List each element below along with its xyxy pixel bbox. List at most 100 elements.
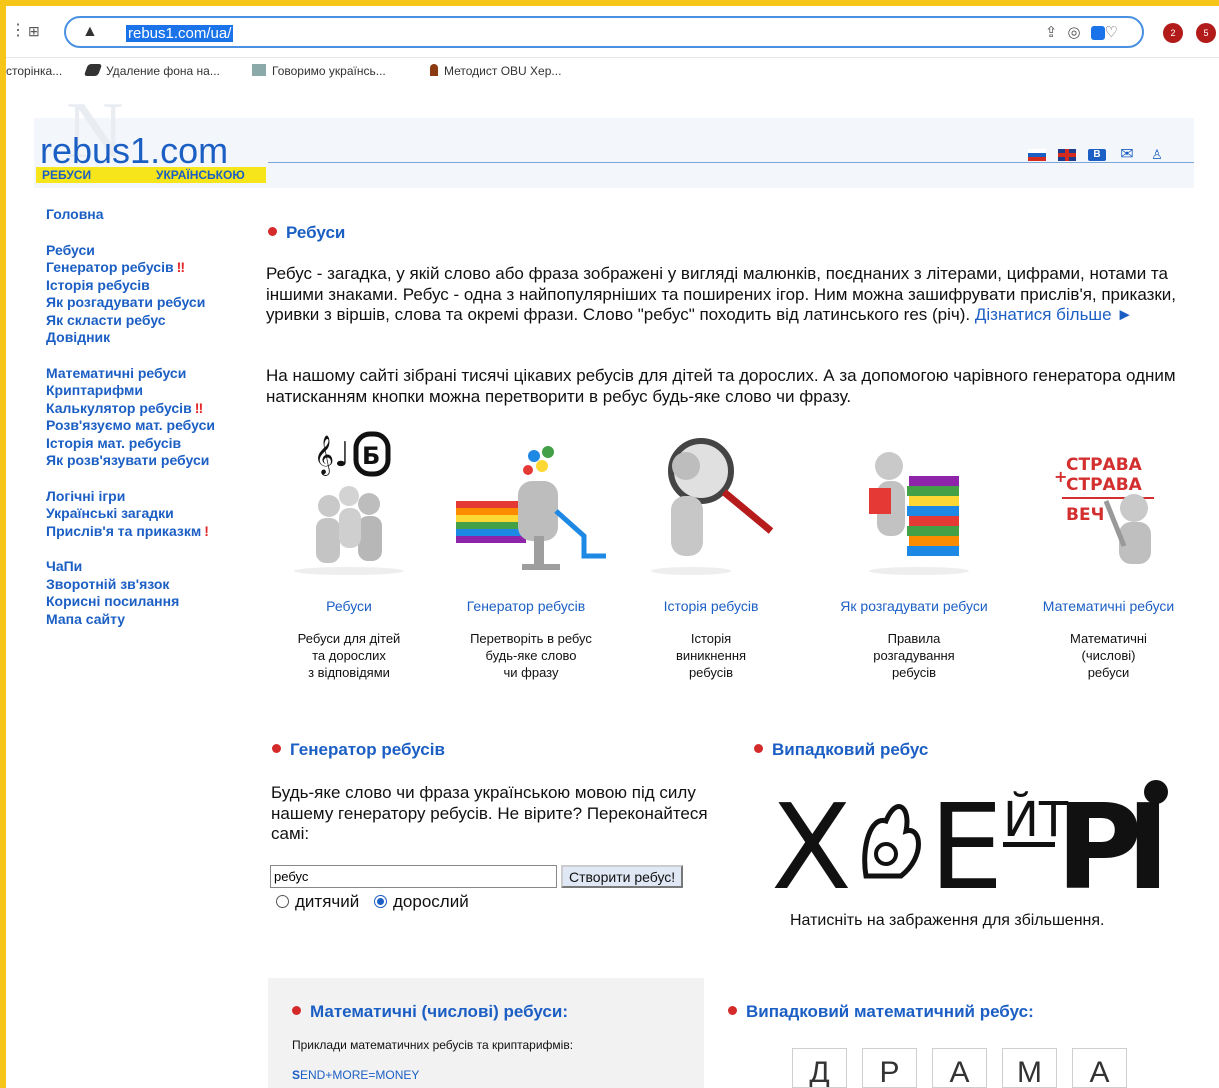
card-desc-line: ребуси bbox=[1087, 665, 1130, 680]
bookmark-item[interactable]: Удаление фона на... bbox=[83, 64, 220, 78]
radio-kids[interactable]: дитячий bbox=[276, 892, 359, 911]
card-description: Історія виникнення ребусів bbox=[631, 630, 791, 681]
header-divider bbox=[268, 162, 1194, 163]
sidebar-item-cryptarithms[interactable]: Криптарифми bbox=[46, 382, 246, 400]
radio-button[interactable] bbox=[374, 895, 387, 908]
card-link-how-solve[interactable]: Як розгадувати ребуси bbox=[824, 598, 1004, 614]
bookmark-item[interactable]: Говоримо українсь... bbox=[252, 64, 386, 78]
site-thumbnail-icon bbox=[252, 64, 266, 76]
extension-icon-1[interactable]: 2 bbox=[1163, 23, 1183, 43]
card-link-rebuses[interactable]: Ребуси bbox=[269, 598, 429, 614]
generator-description: Будь-яке слово чи фраза українською мово… bbox=[271, 783, 708, 843]
bookmark-label: Удаление фона на... bbox=[106, 64, 220, 78]
sidebar-item-rebuses[interactable]: Ребуси bbox=[46, 242, 246, 260]
sidebar-item-history[interactable]: Історія ребусів bbox=[46, 277, 246, 295]
apps-grid-icon[interactable]: ⊞ bbox=[28, 23, 40, 40]
sidebar-group: Логічні ігри Українські загадки Прислів'… bbox=[46, 488, 246, 541]
math-rebus-tile[interactable]: М bbox=[1002, 1048, 1057, 1088]
sidebar-item-math-rebuses[interactable]: Математичні ребуси bbox=[46, 365, 246, 383]
vk-icon[interactable]: B bbox=[1088, 148, 1106, 161]
read-more-link[interactable]: Дізнатися більше ► bbox=[975, 305, 1133, 324]
intro-paragraph-2: На нашому сайті зібрані тисячі цікавих р… bbox=[266, 366, 1176, 406]
section-title-text: Генератор ребусів bbox=[290, 740, 445, 759]
generator-card-image[interactable] bbox=[456, 426, 606, 576]
strava-text: ВЕЧ bbox=[1066, 505, 1104, 525]
new-badge: ‼ bbox=[176, 259, 186, 275]
sidebar-item-generator[interactable]: Генератор ребусів ‼ bbox=[46, 259, 246, 277]
sidebar-item-how-compose[interactable]: Як скласти ребус bbox=[46, 312, 246, 330]
math-subtitle: Приклади математичних ребусів та криптар… bbox=[292, 1038, 574, 1052]
create-rebus-button[interactable]: Створити ребус! bbox=[561, 865, 684, 888]
heart-icon[interactable]: ♡ bbox=[1105, 24, 1128, 41]
section-title-math: Математичні (числові) ребуси: bbox=[292, 1002, 568, 1022]
url-text[interactable]: rebus1.com/ua/ bbox=[126, 25, 234, 42]
bookmark-label: Говоримо українсь... bbox=[272, 64, 386, 78]
bookmark-label: сторінка... bbox=[6, 64, 63, 78]
extension-badge: 2 bbox=[1170, 28, 1176, 38]
card-desc-line: Ребуси для дітей bbox=[297, 631, 401, 646]
math-rebus-tile[interactable]: Р bbox=[862, 1048, 917, 1088]
math-example-link[interactable]: SEND+MORE=MONEY bbox=[292, 1068, 419, 1082]
sidebar-item-sitemap[interactable]: Мапа сайту bbox=[46, 611, 246, 629]
bookmarks-bar: сторінка... Удаление фона на... Говоримо… bbox=[6, 62, 1219, 86]
sidebar-item-links[interactable]: Корисні посилання bbox=[46, 593, 246, 611]
sidebar-item-reference[interactable]: Довідник bbox=[46, 329, 246, 347]
share-icon[interactable]: ⇪ bbox=[1045, 24, 1068, 41]
rebus-card-image[interactable]: 𝄞♩ Б bbox=[284, 426, 414, 576]
sidebar-item-how-solve[interactable]: Як розгадувати ребуси bbox=[46, 294, 246, 312]
math-rebus-tile[interactable]: Д bbox=[792, 1048, 847, 1088]
how-solve-card-image[interactable] bbox=[849, 426, 979, 576]
logo-tagline-right: УКРАЇНСЬКОЮ bbox=[156, 168, 245, 182]
card-desc-line: будь-яке слово bbox=[485, 648, 577, 663]
math-rebus-tile[interactable]: А bbox=[1072, 1048, 1127, 1088]
letter-glyph: Б bbox=[362, 442, 380, 470]
russian-flag-icon[interactable] bbox=[1028, 148, 1046, 161]
browser-chrome: ⋮ ⊞ ▲ rebus1.com/ua/ ⇪◎ ♡ 2 5 сторінка...… bbox=[6, 6, 1219, 86]
address-bar[interactable]: ▲ rebus1.com/ua/ ⇪◎ ♡ bbox=[64, 16, 1144, 48]
radio-button[interactable] bbox=[276, 895, 289, 908]
card-link-math[interactable]: Математичні ребуси bbox=[1026, 598, 1191, 614]
uk-flag-icon[interactable] bbox=[1058, 148, 1076, 161]
bookmark-item[interactable]: сторінка... bbox=[6, 64, 62, 78]
new-badge: ! bbox=[204, 522, 209, 539]
card-description: Перетворіть в ребус будь-яке слово чи фр… bbox=[451, 630, 611, 681]
bookmark-item[interactable]: Методист OBU Хер... bbox=[430, 64, 561, 78]
sidebar-item-home[interactable]: Головна bbox=[46, 206, 246, 224]
menu-dots-icon[interactable]: ⋮ bbox=[10, 20, 26, 40]
sidebar-item-proverbs[interactable]: Прислів'я та приказкм! bbox=[46, 523, 246, 541]
sidebar-item-calculator[interactable]: Калькулятор ребусів ‼ bbox=[46, 400, 246, 418]
rebus-text-input[interactable] bbox=[270, 865, 557, 888]
sidebar-item-logic-games[interactable]: Логічні ігри bbox=[46, 488, 246, 506]
mail-icon[interactable]: ✉ bbox=[1118, 146, 1136, 162]
sidebar-item-solve-math[interactable]: Розв'язуємо мат. ребуси bbox=[46, 417, 246, 435]
sitemap-icon[interactable]: ♙ bbox=[1148, 148, 1166, 161]
example-rest: END+MORE=MONEY bbox=[300, 1068, 420, 1082]
card-link-generator[interactable]: Генератор ребусів bbox=[441, 598, 611, 614]
vpn-shield-icon[interactable] bbox=[1090, 26, 1105, 41]
random-rebus-image[interactable]: Х Е ЙТ Р І bbox=[771, 776, 1181, 916]
card-description: Математичні (числові) ребуси bbox=[1026, 630, 1191, 681]
sidebar-group: ЧаПи Зворотній зв'язок Корисні посилання… bbox=[46, 558, 246, 628]
example-first-letter: S bbox=[292, 1068, 301, 1082]
url-bar-icons: ⇪◎ ♡ bbox=[1045, 23, 1128, 41]
sidebar-item-riddles[interactable]: Українські загадки bbox=[46, 505, 246, 523]
site-logo[interactable]: rebus1.com bbox=[40, 130, 228, 172]
feature-card: СТРАВА + СТРАВА ВЕЧ Математичні ребуси М… bbox=[1026, 426, 1191, 681]
camera-icon[interactable]: ◎ bbox=[1067, 24, 1090, 41]
math-rebus-tile[interactable]: А bbox=[932, 1048, 987, 1088]
card-desc-line: (числові) bbox=[1081, 648, 1136, 663]
history-card-image[interactable] bbox=[646, 426, 776, 576]
feature-card: Історія ребусів Історія виникнення ребус… bbox=[631, 426, 791, 681]
card-link-history[interactable]: Історія ребусів bbox=[631, 598, 791, 614]
sidebar-item-math-history[interactable]: Історія мат. ребусів bbox=[46, 435, 246, 453]
sidebar-item-feedback[interactable]: Зворотній зв'язок bbox=[46, 576, 246, 594]
math-card-image[interactable]: СТРАВА + СТРАВА ВЕЧ bbox=[1044, 426, 1174, 576]
warning-icon[interactable]: ▲ bbox=[82, 23, 98, 41]
feature-card: Генератор ребусів Перетворіть в ребус бу… bbox=[451, 426, 611, 681]
extension-icon-2[interactable]: 5 bbox=[1196, 23, 1216, 43]
radio-adult[interactable]: дорослий bbox=[374, 892, 469, 911]
sidebar-item-faq[interactable]: ЧаПи bbox=[46, 558, 246, 576]
sidebar-nav: Головна Ребуси Генератор ребусів ‼ Історі… bbox=[46, 206, 246, 646]
logo-tagline-left: РЕБУСИ bbox=[42, 168, 92, 182]
sidebar-item-how-solve-math[interactable]: Як розв'язувати ребуси bbox=[46, 452, 246, 470]
